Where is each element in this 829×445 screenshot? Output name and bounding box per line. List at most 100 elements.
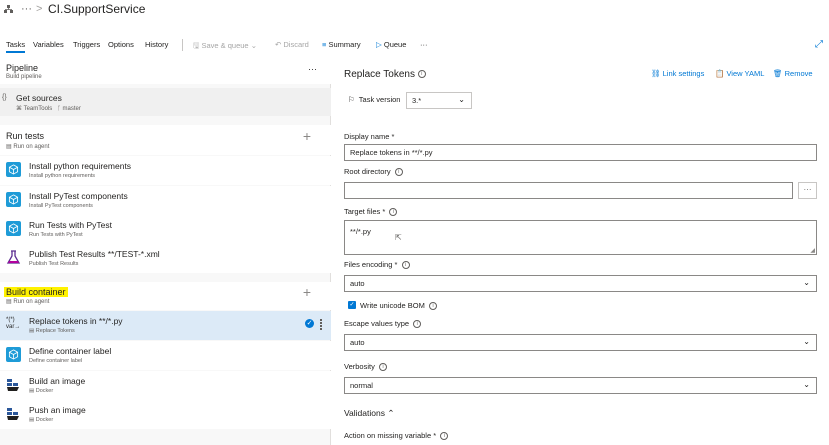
- display-name-input[interactable]: Replace tokens in **/*.py: [344, 144, 817, 161]
- task-item[interactable]: Build an image ▤ Docker: [0, 371, 331, 400]
- summary-button[interactable]: ≡ Summary: [322, 40, 361, 49]
- pipeline-header[interactable]: Pipeline Build pipeline ···: [0, 58, 331, 84]
- task-detail-title: Replace Tokens i: [344, 69, 426, 80]
- expand-icon[interactable]: ⤢: [815, 39, 823, 50]
- task-subtitle: ▤ Docker: [29, 417, 54, 423]
- play-icon: ▷: [376, 40, 382, 49]
- info-icon[interactable]: i: [440, 432, 449, 441]
- files-encoding-label: Files encoding * i: [344, 260, 410, 270]
- branch-icon: ᚴ: [57, 106, 61, 112]
- breadcrumb-separator: >: [36, 3, 43, 15]
- task-item[interactable]: Define container label Define container …: [0, 341, 331, 370]
- tab-triggers[interactable]: Triggers: [73, 40, 100, 49]
- info-icon[interactable]: i: [389, 208, 398, 217]
- files-encoding-select[interactable]: auto ⌄: [344, 275, 817, 292]
- task-item[interactable]: Install python requirements Install pyth…: [0, 156, 331, 185]
- tab-options[interactable]: Options: [108, 40, 134, 49]
- task-type-icon: ▤: [29, 388, 35, 394]
- org-icon[interactable]: [4, 5, 13, 15]
- cursor-icon: ⇱: [395, 233, 402, 242]
- view-yaml-button[interactable]: 📋 View YAML: [715, 69, 764, 78]
- info-icon[interactable]: i: [417, 70, 426, 79]
- task-item[interactable]: Publish Test Results **/TEST-*.xml Publi…: [0, 244, 331, 273]
- tab-variables[interactable]: Variables: [33, 40, 64, 49]
- top-bar: ··· > CI.SupportService: [0, 0, 829, 30]
- undo-icon: ↶: [275, 40, 282, 49]
- task-subtitle: Publish Test Results: [29, 261, 79, 267]
- root-directory-input[interactable]: [344, 182, 793, 199]
- link-settings-button[interactable]: ⛓ Link settings: [651, 69, 704, 78]
- task-name: Run Tests with PyTest: [29, 220, 112, 230]
- task-name: Define container label: [29, 346, 112, 356]
- task-version-select[interactable]: 3.* ⌄: [406, 92, 472, 109]
- tab-tasks[interactable]: Tasks: [6, 40, 26, 53]
- job-title: Build container: [4, 287, 68, 297]
- docker-icon: [6, 406, 21, 421]
- info-icon[interactable]: i: [379, 363, 388, 372]
- pipeline-title: Pipeline: [6, 63, 39, 73]
- tab-history[interactable]: History: [145, 40, 168, 49]
- trash-icon: 🗑: [773, 69, 783, 78]
- escape-values-select[interactable]: auto ⌄: [344, 334, 817, 351]
- get-sources-item[interactable]: {} Get sources ⌘ TeamTools ᚴ master: [0, 88, 331, 116]
- chevron-up-icon: ⌃: [387, 408, 395, 418]
- root-directory-label: Root directory i: [344, 167, 403, 177]
- verbosity-label: Verbosity i: [344, 362, 388, 372]
- job-header-build-container[interactable]: Build container ▤ Run on agent +: [0, 282, 331, 310]
- task-subtitle: Define container label: [29, 358, 83, 364]
- task-name: Publish Test Results **/TEST-*.xml: [29, 249, 160, 259]
- target-files-textarea[interactable]: **/*.py ⇱ ◢: [344, 220, 817, 255]
- escape-values-label: Escape values type i: [344, 319, 422, 329]
- task-detail-panel: Replace Tokens i ⛓ Link settings 📋 View …: [332, 58, 829, 445]
- discard-button[interactable]: ↶ Discard: [275, 40, 309, 49]
- browse-button[interactable]: ···: [798, 182, 817, 199]
- task-item[interactable]: Push an image ▤ Docker: [0, 400, 331, 429]
- write-bom-label: Write unicode BOM i: [360, 301, 438, 311]
- display-name-label: Display name *: [344, 132, 395, 141]
- variable-icon: *(*) var→: [6, 317, 21, 330]
- agent-icon: ▤: [6, 144, 12, 150]
- job-subtitle: ▤ Run on agent: [6, 299, 50, 305]
- task-item[interactable]: Install PyTest components Install PyTest…: [0, 186, 331, 215]
- flag-icon: ⚐: [348, 95, 355, 104]
- cube-icon: [6, 192, 21, 207]
- pipeline-more-button[interactable]: ···: [308, 64, 317, 74]
- job-subtitle: ▤ Run on agent: [6, 144, 50, 150]
- add-task-button[interactable]: +: [303, 128, 311, 144]
- agent-icon: ▤: [6, 299, 12, 305]
- docker-icon: [6, 377, 21, 392]
- task-subtitle: Run Tests with PyTest: [29, 232, 83, 238]
- task-subtitle: ▤ Docker: [29, 388, 54, 394]
- job-header-run-tests[interactable]: Run tests ▤ Run on agent +: [0, 125, 331, 155]
- chevron-down-icon: ⌄: [458, 95, 465, 104]
- toolbar-more-button[interactable]: ···: [420, 40, 428, 49]
- pipeline-tasks-panel: Pipeline Build pipeline ··· {} Get sourc…: [0, 58, 331, 445]
- info-icon[interactable]: i: [394, 168, 403, 177]
- info-icon[interactable]: i: [429, 302, 438, 311]
- task-item-selected[interactable]: *(*) var→ Replace tokens in **/*.py ▤ Rep…: [0, 311, 331, 340]
- task-name: Install PyTest components: [29, 191, 128, 201]
- job-title: Run tests: [6, 131, 45, 141]
- save-queue-button[interactable]: 🖫 Save & queue ⌄: [193, 40, 257, 53]
- info-icon[interactable]: i: [413, 320, 422, 329]
- queue-button[interactable]: ▷ Queue: [376, 40, 406, 49]
- info-icon[interactable]: i: [401, 261, 410, 270]
- drag-handle-icon[interactable]: [320, 319, 324, 331]
- chevron-down-icon: ⌄: [803, 278, 810, 287]
- pipeline-name[interactable]: CI.SupportService: [48, 2, 145, 16]
- add-task-button[interactable]: +: [303, 284, 311, 300]
- link-icon: ⛓: [651, 69, 661, 78]
- verbosity-select[interactable]: normal ⌄: [344, 377, 817, 394]
- cube-icon: [6, 162, 21, 177]
- remove-button[interactable]: 🗑 Remove: [773, 69, 813, 78]
- task-subtitle: ▤ Replace Tokens: [29, 328, 75, 334]
- task-version-label: ⚐ Task version: [348, 95, 401, 104]
- resize-handle-icon[interactable]: ◢: [810, 247, 815, 254]
- validations-section-toggle[interactable]: Validations ⌃: [344, 408, 394, 419]
- task-name: Install python requirements: [29, 161, 132, 171]
- write-bom-checkbox[interactable]: ✓: [348, 301, 356, 309]
- breadcrumb-more-button[interactable]: ···: [21, 3, 32, 15]
- save-icon: 🖫: [193, 41, 200, 50]
- task-item[interactable]: Run Tests with PyTest Run Tests with PyT…: [0, 215, 331, 244]
- pipeline-subtitle: Build pipeline: [6, 74, 42, 80]
